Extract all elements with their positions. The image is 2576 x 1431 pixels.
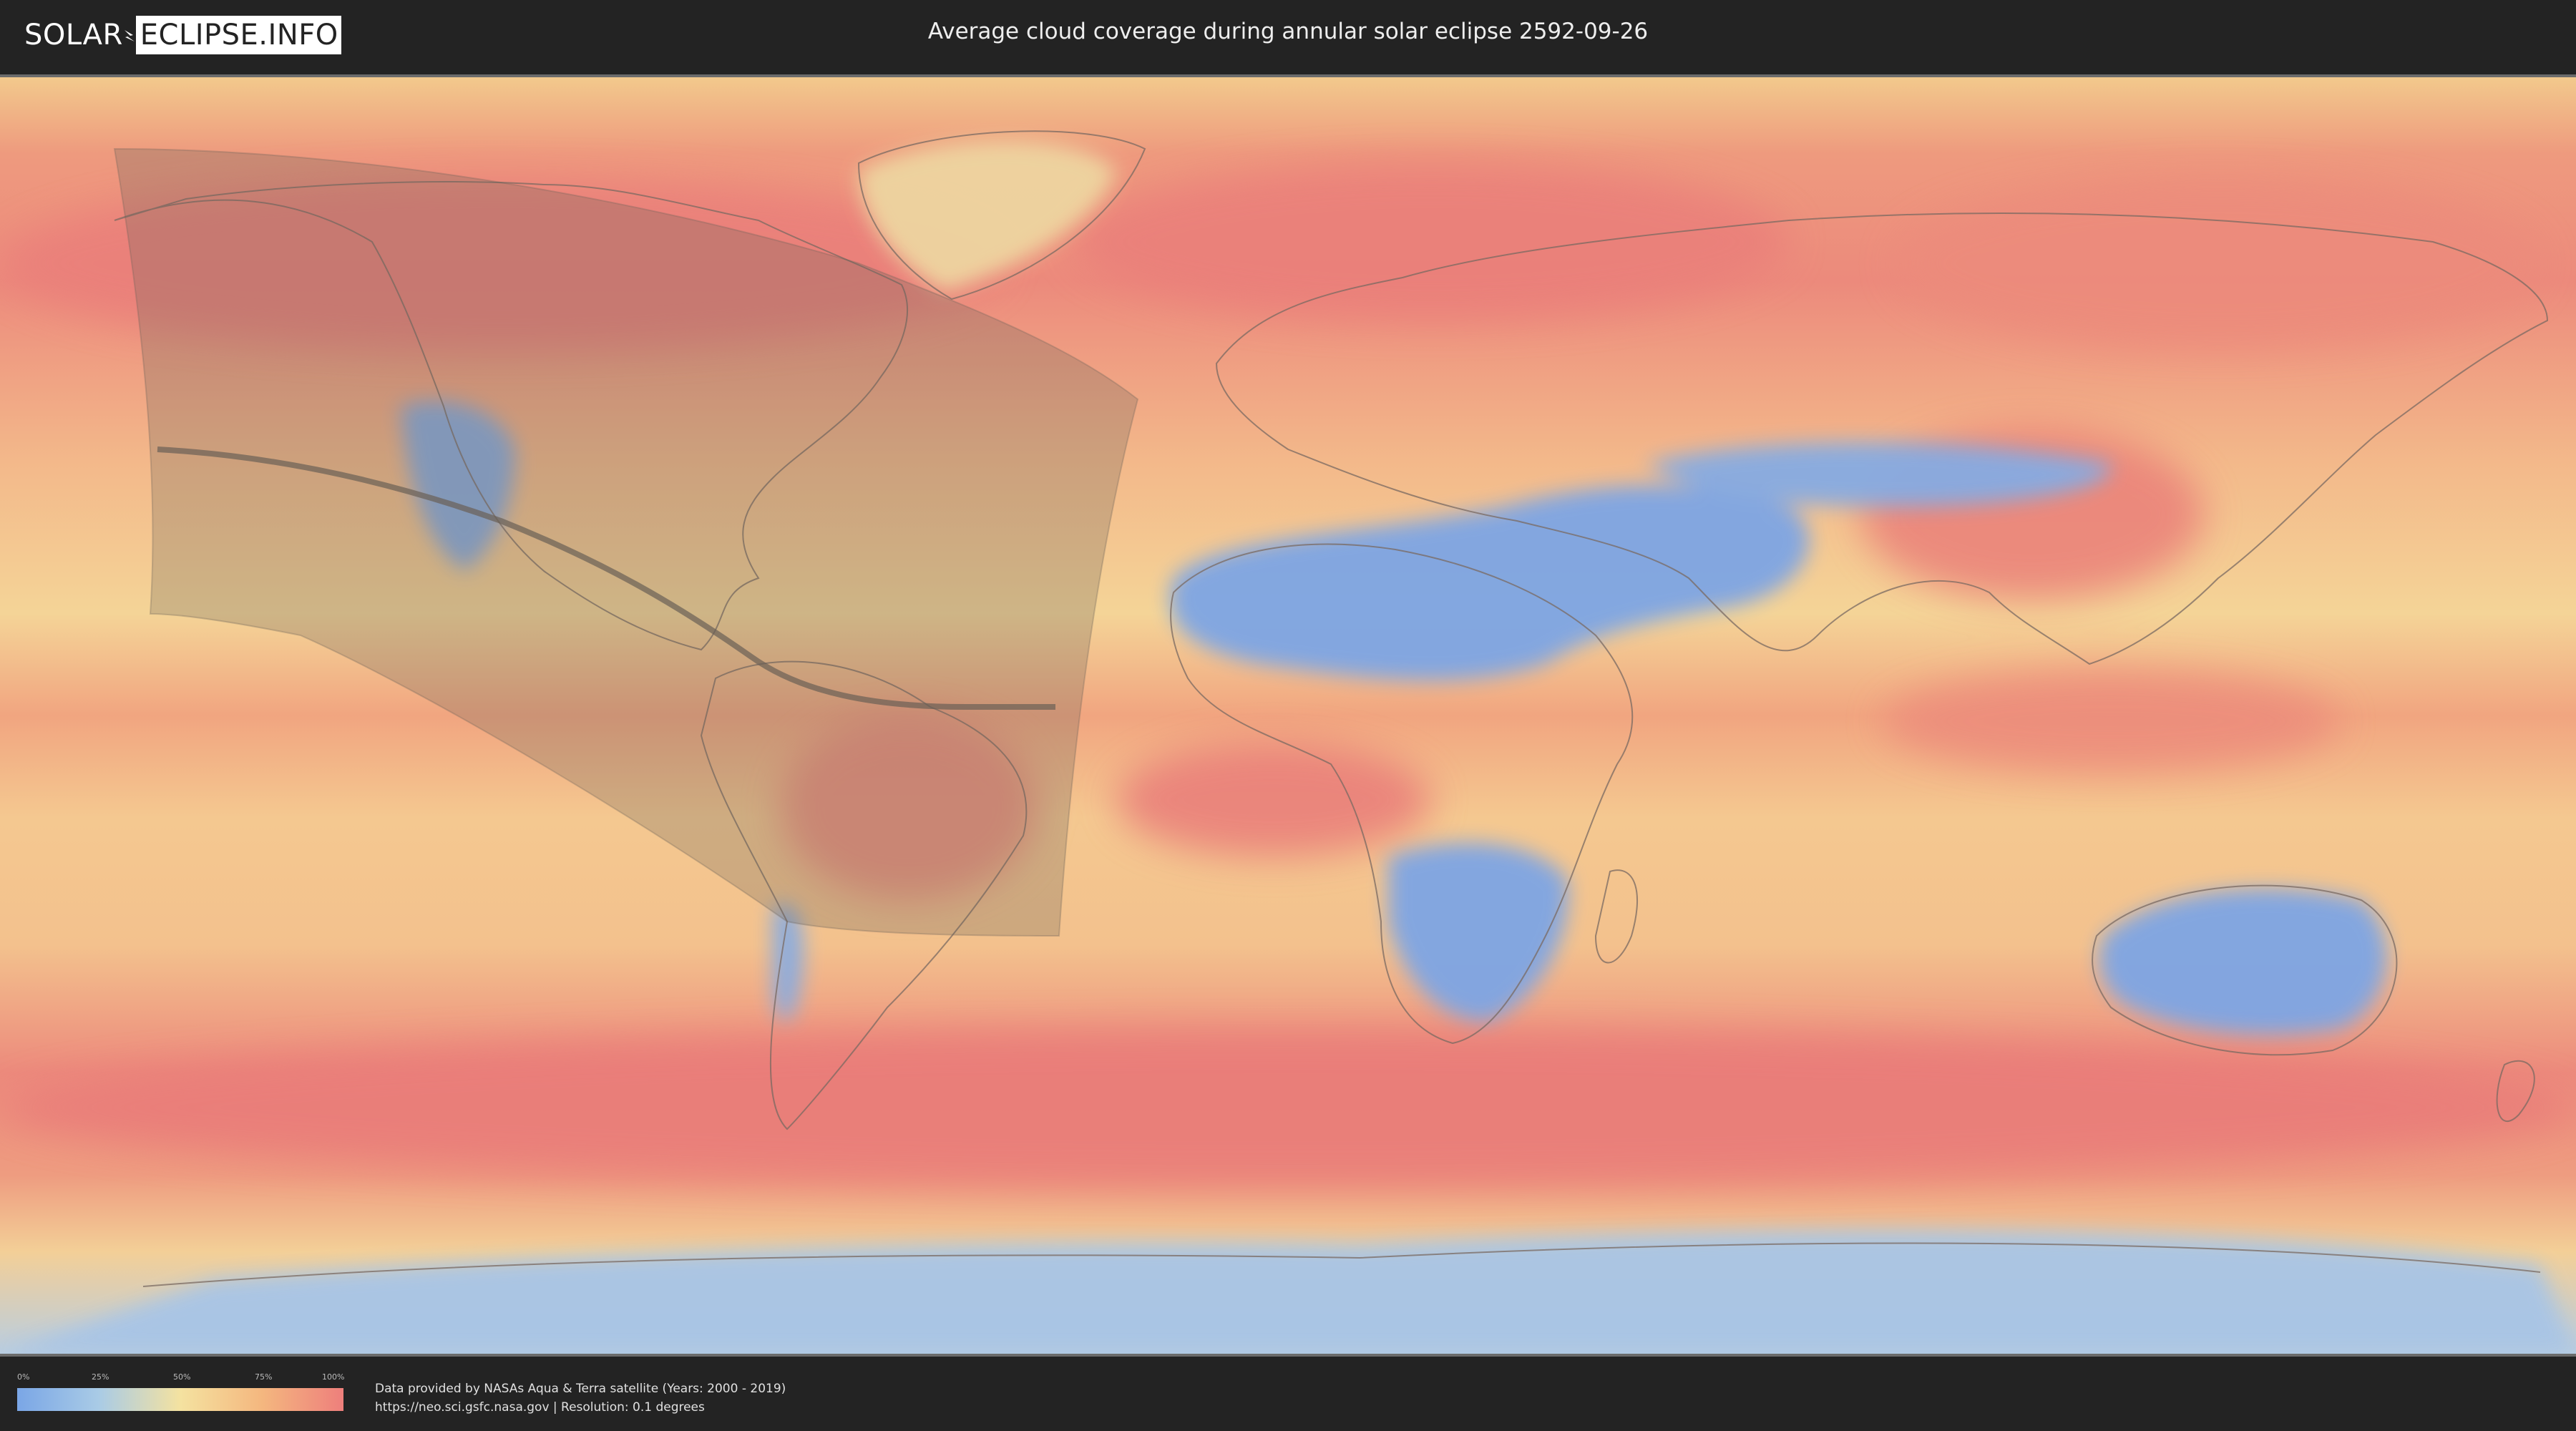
legend-tick-0: 0% bbox=[17, 1372, 30, 1382]
legend-gradient-bar bbox=[17, 1388, 343, 1411]
cloud-patch-south-atlantic bbox=[1116, 743, 1431, 857]
legend-tick-50: 50% bbox=[173, 1372, 191, 1382]
color-legend: 0% 25% 50% 75% 100% bbox=[17, 1372, 345, 1411]
legend-tick-100: 100% bbox=[322, 1372, 345, 1382]
map-svg bbox=[0, 77, 2576, 1354]
legend-ticks: 0% 25% 50% 75% 100% bbox=[17, 1372, 345, 1385]
data-credits: Data provided by NASAs Aqua & Terra sate… bbox=[375, 1379, 786, 1417]
page-title: Average cloud coverage during annular so… bbox=[927, 19, 1649, 44]
credits-line-1: Data provided by NASAs Aqua & Terra sate… bbox=[375, 1382, 786, 1396]
cloud-patch-indonesia bbox=[1882, 671, 2340, 771]
cloud-band-siberia bbox=[1896, 177, 2540, 349]
cloud-band-southern-ocean bbox=[0, 1029, 2576, 1186]
cloud-band-north-atlantic bbox=[1073, 163, 1789, 321]
footer-bar: 0% 25% 50% 75% 100% Data provided by NAS… bbox=[0, 1357, 2576, 1431]
legend-tick-75: 75% bbox=[255, 1372, 273, 1382]
header-bar: SOLAR ECLIPSE.INFO Average cloud coverag… bbox=[0, 0, 2576, 72]
legend-tick-25: 25% bbox=[92, 1372, 109, 1382]
credits-line-2[interactable]: https://neo.sci.gsfc.nasa.gov | Resoluti… bbox=[375, 1398, 786, 1417]
cloud-coverage-map[interactable] bbox=[0, 74, 2576, 1357]
